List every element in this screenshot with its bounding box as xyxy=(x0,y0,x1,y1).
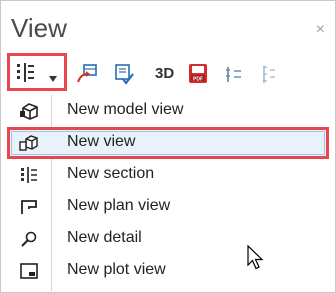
view-toolbar: 3D PDF xyxy=(7,53,333,95)
check-view-icon xyxy=(115,64,134,85)
plot-view-icon xyxy=(19,262,39,280)
new-view-dropdown-button[interactable] xyxy=(7,53,67,91)
section-icon xyxy=(19,166,39,184)
plan-view-icon xyxy=(19,198,39,216)
view-sort-icon xyxy=(226,67,241,82)
menu-item-label: New plot view xyxy=(67,261,166,278)
new-view-icon xyxy=(19,134,39,152)
close-icon[interactable]: × xyxy=(316,21,325,39)
new-view-menu: New model view New view New section New … xyxy=(7,95,331,291)
menu-item-label: New view xyxy=(67,133,136,150)
menu-item-new-model-view[interactable]: New model view xyxy=(7,95,329,127)
menu-item-label: New model view xyxy=(67,101,184,118)
menu-item-new-view[interactable]: New view xyxy=(7,127,329,159)
chevron-down-icon xyxy=(48,70,58,88)
detail-icon xyxy=(19,230,39,248)
menu-item-new-plot-view[interactable]: New plot view xyxy=(7,255,329,287)
menu-item-label: New detail xyxy=(67,229,142,246)
menu-item-new-plan-view[interactable]: New plan view xyxy=(7,191,329,223)
3d-button[interactable]: 3D xyxy=(155,65,174,82)
view-list-icon xyxy=(263,66,275,83)
menu-item-label: New plan view xyxy=(67,197,171,214)
menu-item-new-detail[interactable]: New detail xyxy=(7,223,329,255)
insert-view-icon xyxy=(77,64,97,83)
menu-item-label: New section xyxy=(67,165,155,182)
model-view-icon xyxy=(19,102,39,120)
view-panel: View × 3D PDF New model view New view Ne… xyxy=(0,0,336,293)
view-list-button[interactable] xyxy=(257,62,283,86)
check-view-button[interactable] xyxy=(111,62,137,86)
view-sort-button[interactable] xyxy=(221,62,247,86)
mouse-cursor-icon xyxy=(247,244,265,276)
panel-title: View xyxy=(11,13,67,43)
insert-view-button[interactable] xyxy=(75,62,101,86)
svg-text:PDF: PDF xyxy=(193,77,203,83)
new-view-dropdown-icon xyxy=(14,62,36,89)
pdf-export-button[interactable]: PDF xyxy=(185,62,211,86)
menu-item-new-section[interactable]: New section xyxy=(7,159,329,191)
pdf-export-icon: PDF xyxy=(189,64,207,83)
